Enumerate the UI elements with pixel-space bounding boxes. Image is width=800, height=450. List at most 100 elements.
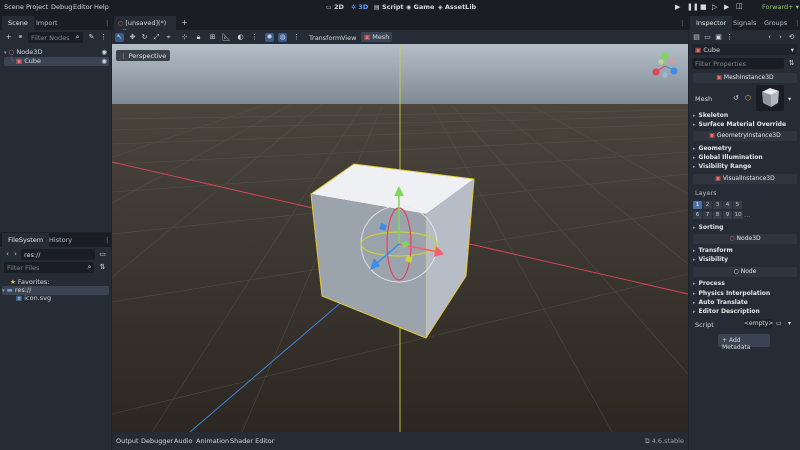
menu-icon[interactable]: ⋮ bbox=[99, 33, 108, 42]
script-icon[interactable]: ✎ bbox=[87, 33, 96, 42]
environment-toggle-icon[interactable]: ◍ bbox=[278, 33, 287, 42]
movie-icon[interactable]: ◫ bbox=[736, 2, 743, 10]
menu-scene[interactable]: Scene bbox=[4, 3, 24, 11]
menu-editor[interactable]: Editor bbox=[73, 3, 92, 11]
layer-cell-2[interactable]: 2 bbox=[703, 201, 712, 209]
section-visibility[interactable]: ▸ Visibility bbox=[693, 256, 728, 263]
chevron-down-icon[interactable]: ▾ bbox=[788, 320, 791, 327]
layer-cell-10[interactable]: 10 bbox=[733, 211, 743, 219]
tree-item-cube[interactable]: └ ▣ Cube ◉ bbox=[4, 57, 109, 66]
workspace-game[interactable]: ◉ Game bbox=[406, 3, 434, 11]
script-value-field[interactable]: <empty> bbox=[744, 319, 773, 329]
extra-icon[interactable]: ⋮ bbox=[725, 33, 734, 42]
tab-animation[interactable]: Animation bbox=[196, 437, 229, 445]
layer-cell-6[interactable]: 6 bbox=[693, 211, 702, 219]
save-icon[interactable]: ▣ bbox=[714, 33, 723, 42]
section-editor-description[interactable]: ▸ Editor Description bbox=[693, 308, 760, 315]
layer-cell-5[interactable]: 5 bbox=[733, 201, 742, 209]
select-tool-icon[interactable]: ↖ bbox=[115, 33, 124, 42]
layer-cell-7[interactable]: 7 bbox=[703, 211, 712, 219]
transform-icon[interactable]: ⊹ bbox=[180, 33, 189, 42]
move-tool-icon[interactable]: ✥ bbox=[128, 33, 137, 42]
layers-more-button[interactable]: ... bbox=[744, 211, 750, 219]
tab-inspector[interactable]: Inspector bbox=[690, 16, 733, 30]
stop-icon[interactable]: ■ bbox=[700, 3, 707, 11]
tab-history[interactable]: History bbox=[43, 233, 78, 247]
split-view-icon[interactable]: ▭ bbox=[98, 250, 107, 259]
reset-icon[interactable]: ↺ bbox=[733, 94, 739, 102]
dock-menu-icon[interactable]: ⋮ bbox=[104, 236, 111, 244]
collapse-arrow-icon[interactable]: ▾ bbox=[2, 288, 5, 294]
forward-icon[interactable]: › bbox=[11, 250, 20, 259]
workspace-2d[interactable]: ▭ 2D bbox=[326, 3, 344, 11]
workspace-3d[interactable]: ✲ 3D bbox=[351, 3, 368, 11]
workspace-script[interactable]: ▤ Script bbox=[374, 3, 404, 11]
layer-cell-3[interactable]: 3 bbox=[713, 201, 722, 209]
link-icon[interactable]: ⚭ bbox=[16, 33, 25, 42]
add-node-icon[interactable]: + bbox=[4, 33, 13, 42]
sort-icon[interactable]: ⇅ bbox=[98, 263, 107, 272]
section-geometry[interactable]: ▸ Geometry bbox=[693, 145, 732, 152]
section-surface-material[interactable]: ▸ Surface Material Override bbox=[693, 121, 786, 128]
dock-menu-icon[interactable]: ⋮ bbox=[794, 19, 800, 27]
pause-icon[interactable]: ❚❚ bbox=[687, 3, 699, 11]
layer-cell-4[interactable]: 4 bbox=[723, 201, 732, 209]
overflow-icon[interactable]: ⋮ bbox=[292, 33, 301, 42]
node-selector[interactable]: ▣ Cube ▾ bbox=[692, 44, 797, 55]
section-sorting[interactable]: ▸ Sorting bbox=[693, 224, 723, 231]
tab-groups[interactable]: Groups bbox=[758, 16, 793, 30]
viewport-3d[interactable]: ⋮ Perspective bbox=[112, 44, 688, 432]
play-icon[interactable]: ▶ bbox=[675, 3, 680, 11]
selectable-tool-icon[interactable]: ⌖ bbox=[164, 33, 173, 42]
add-metadata-button[interactable]: + Add Metadata bbox=[718, 334, 770, 351]
play-custom-icon[interactable]: ▶ bbox=[724, 3, 729, 11]
collapse-arrow-icon[interactable]: ▾ bbox=[4, 50, 7, 56]
history-forward-icon[interactable]: › bbox=[776, 33, 785, 42]
tab-import[interactable]: Import bbox=[30, 16, 64, 30]
tab-output[interactable]: Output bbox=[116, 437, 139, 445]
section-skeleton[interactable]: ▸ Skeleton bbox=[693, 112, 728, 119]
perspective-menu[interactable]: ⋮ Perspective bbox=[116, 50, 171, 61]
tab-audio[interactable]: Audio bbox=[174, 437, 192, 445]
tab-debugger[interactable]: Debugger bbox=[141, 437, 173, 445]
history-back-icon[interactable]: ‹ bbox=[765, 33, 774, 42]
visibility-eye-icon[interactable]: ◉ bbox=[101, 57, 107, 66]
visibility-eye-icon[interactable]: ◉ bbox=[101, 48, 107, 57]
section-global-illumination[interactable]: ▸ Global Illumination bbox=[693, 154, 763, 161]
chevron-down-icon[interactable]: ▾ bbox=[788, 95, 791, 103]
camera-icon[interactable]: ◐ bbox=[236, 33, 245, 42]
section-visibility-range[interactable]: ▸ Visibility Range bbox=[693, 163, 751, 170]
ruler-icon[interactable]: 📐︎ bbox=[222, 33, 231, 42]
view-menu[interactable]: View bbox=[341, 34, 356, 42]
open-folder-icon[interactable]: ▭ bbox=[703, 33, 712, 42]
workspace-assetlib[interactable]: ◈ AssetLib bbox=[438, 3, 476, 11]
snap-icon[interactable]: ⋮ bbox=[250, 33, 259, 42]
group-icon[interactable]: ⊞ bbox=[208, 33, 217, 42]
menu-help[interactable]: Help bbox=[94, 3, 109, 11]
tree-item-node3d[interactable]: ▾ ○ Node3D ◉ bbox=[4, 48, 109, 57]
section-process[interactable]: ▸ Process bbox=[693, 280, 725, 287]
history-icon[interactable]: ⟲ bbox=[787, 33, 796, 42]
section-physics-interpolation[interactable]: ▸ Physics Interpolation bbox=[693, 290, 770, 297]
mesh-menu[interactable]: ▣ Mesh bbox=[361, 32, 393, 42]
tab-unsaved[interactable]: ○ [unsaved](*) ✕ bbox=[114, 16, 176, 35]
scale-tool-icon[interactable]: ⤢ bbox=[152, 33, 161, 42]
layer-cell-1[interactable]: 1 bbox=[693, 201, 702, 209]
script-load-icon[interactable]: ▭ bbox=[776, 320, 782, 327]
play-scene-icon[interactable]: ▷ bbox=[712, 3, 717, 11]
transform-menu[interactable]: Transform bbox=[309, 34, 341, 42]
sun-toggle-icon[interactable]: ✹ bbox=[265, 33, 274, 42]
menu-debug[interactable]: Debug bbox=[51, 3, 72, 11]
tab-shader-editor[interactable]: Shader Editor bbox=[230, 437, 274, 445]
rotate-tool-icon[interactable]: ↻ bbox=[140, 33, 149, 42]
lock-icon[interactable]: 🔒︎ bbox=[194, 33, 203, 42]
sort-icon[interactable]: ⇅ bbox=[787, 59, 796, 68]
mesh-preview[interactable] bbox=[756, 85, 784, 111]
path-field[interactable]: res:// bbox=[21, 249, 95, 260]
section-auto-translate[interactable]: ▸ Auto Translate bbox=[693, 299, 748, 306]
renderer-select[interactable]: Forward+ ▾ bbox=[762, 3, 799, 11]
filter-files-input[interactable]: Filter Files bbox=[4, 262, 94, 273]
file-icon-svg[interactable]: ▣ icon.svg bbox=[16, 294, 51, 303]
dock-menu-icon[interactable]: ⋮ bbox=[104, 19, 111, 27]
section-transform[interactable]: ▸ Transform bbox=[693, 247, 733, 254]
